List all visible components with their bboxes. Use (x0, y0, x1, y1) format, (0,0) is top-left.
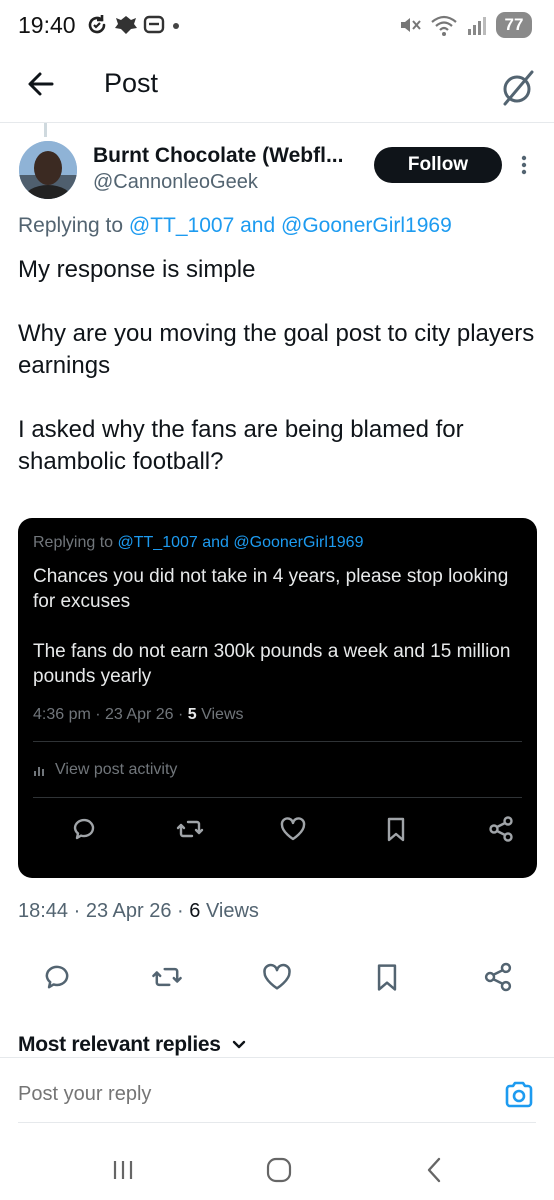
divider (33, 797, 522, 798)
back-nav-button[interactable] (418, 1154, 452, 1186)
quoted-time: 4:36 pm (33, 706, 91, 723)
more-options-button[interactable] (514, 150, 534, 180)
divider (33, 741, 522, 742)
signal-icon (466, 14, 488, 36)
author-handle[interactable]: @CannonleoGeek (93, 171, 258, 194)
quoted-post-meta: 4:36 pm · 23 Apr 26 · 5 Views (33, 706, 244, 723)
quoted-replying-to: Replying to @TT_1007 and @GoonerGirl1969 (33, 534, 363, 552)
follow-button[interactable]: Follow (374, 147, 502, 183)
battery-icon: 77 (496, 12, 532, 38)
post-action-bar (0, 960, 554, 996)
quoted-like-button[interactable] (278, 814, 308, 844)
quoted-action-bar (33, 814, 522, 844)
status-system-icons: 77 (398, 11, 532, 39)
mention-link[interactable]: @GoonerGirl1969 (281, 214, 452, 237)
camera-icon (502, 1078, 536, 1112)
arrow-left-icon (22, 64, 62, 104)
grok-button[interactable] (496, 66, 540, 110)
dot-icon (169, 18, 183, 32)
page-title: Post (104, 68, 159, 98)
mute-icon (398, 13, 422, 37)
avatar[interactable] (19, 141, 77, 199)
quoted-reply-button[interactable] (69, 814, 99, 844)
home-button[interactable] (262, 1154, 296, 1186)
reply-button[interactable] (40, 960, 74, 994)
reply-input[interactable] (18, 1083, 478, 1106)
quoted-paragraph: Chances you did not take in 4 years, ple… (33, 566, 509, 612)
quoted-post-card[interactable]: Replying to @TT_1007 and @GoonerGirl1969… (18, 518, 537, 878)
message-icon (143, 14, 165, 36)
bank-app-icon (113, 13, 139, 37)
quoted-date: 23 Apr 26 (105, 706, 174, 723)
like-icon (260, 960, 294, 994)
back-button[interactable] (22, 64, 62, 104)
views-count: 6 (189, 900, 201, 922)
replies-sort-dropdown[interactable]: Most relevant replies (18, 1033, 247, 1057)
status-time: 19:40 (18, 12, 76, 38)
bookmark-icon (370, 960, 404, 994)
sync-icon (85, 13, 109, 37)
view-post-activity-label: View post activity (55, 761, 178, 778)
chevron-left-icon (418, 1154, 452, 1186)
chevron-down-icon (231, 1037, 247, 1053)
home-icon (262, 1154, 296, 1186)
mention-link[interactable]: @GoonerGirl1969 (233, 534, 363, 551)
post-time: 18:44 (18, 900, 69, 922)
post-paragraph: Why are you moving the goal post to city… (18, 320, 535, 379)
share-button[interactable] (481, 960, 515, 994)
views-label: Views (205, 900, 259, 922)
wifi-icon (430, 13, 458, 37)
analytics-icon (33, 763, 47, 777)
grok-icon (496, 66, 540, 110)
recent-apps-button[interactable] (106, 1154, 140, 1186)
replying-and: and (240, 214, 276, 237)
repost-icon (150, 960, 184, 994)
post-paragraph: My response is simple (18, 256, 256, 283)
post-text: My response is simple Why are you moving… (18, 254, 536, 478)
quoted-replying-label: Replying to (33, 534, 114, 551)
post-paragraph: I asked why the fans are being blamed fo… (18, 416, 464, 475)
view-post-activity-link[interactable]: View post activity (33, 761, 177, 779)
header-divider (0, 122, 554, 123)
mention-link[interactable]: @TT_1007 (118, 534, 198, 551)
bookmark-icon (381, 814, 411, 844)
more-vertical-icon (514, 150, 534, 180)
system-navigation-bar (0, 1140, 554, 1200)
quoted-paragraph: The fans do not earn 300k pounds a week … (33, 641, 511, 687)
quoted-views-label: Views (201, 706, 244, 723)
quoted-replying-and: and (202, 534, 229, 551)
thread-line (44, 123, 47, 137)
quoted-repost-button[interactable] (175, 814, 205, 844)
share-icon (486, 814, 516, 844)
repost-icon (175, 814, 205, 844)
replies-sort-label: Most relevant replies (18, 1033, 221, 1056)
quoted-bookmark-button[interactable] (381, 814, 411, 844)
status-notification-icons (85, 12, 183, 38)
quoted-share-button[interactable] (486, 814, 516, 844)
quoted-views-count: 5 (187, 706, 197, 723)
repost-button[interactable] (150, 960, 184, 994)
divider (18, 1122, 536, 1123)
recent-apps-icon (106, 1154, 140, 1186)
replying-to-label: Replying to (18, 214, 124, 237)
reply-icon (69, 814, 99, 844)
divider (0, 1057, 554, 1058)
replying-to: Replying to @TT_1007 and @GoonerGirl1969 (18, 214, 452, 238)
post-date: 23 Apr 26 (85, 900, 172, 922)
author-name[interactable]: Burnt Chocolate (Webfl... (93, 144, 343, 168)
share-icon (481, 960, 515, 994)
mention-link[interactable]: @TT_1007 (129, 214, 234, 237)
status-bar: 19:40 77 (0, 0, 554, 52)
quoted-post-text: Chances you did not take in 4 years, ple… (33, 564, 523, 689)
camera-button[interactable] (502, 1078, 536, 1112)
bookmark-button[interactable] (370, 960, 404, 994)
like-button[interactable] (260, 960, 294, 994)
post-meta: 18:44 · 23 Apr 26 · 6 Views (18, 900, 259, 922)
reply-icon (40, 960, 74, 994)
like-icon (278, 814, 308, 844)
